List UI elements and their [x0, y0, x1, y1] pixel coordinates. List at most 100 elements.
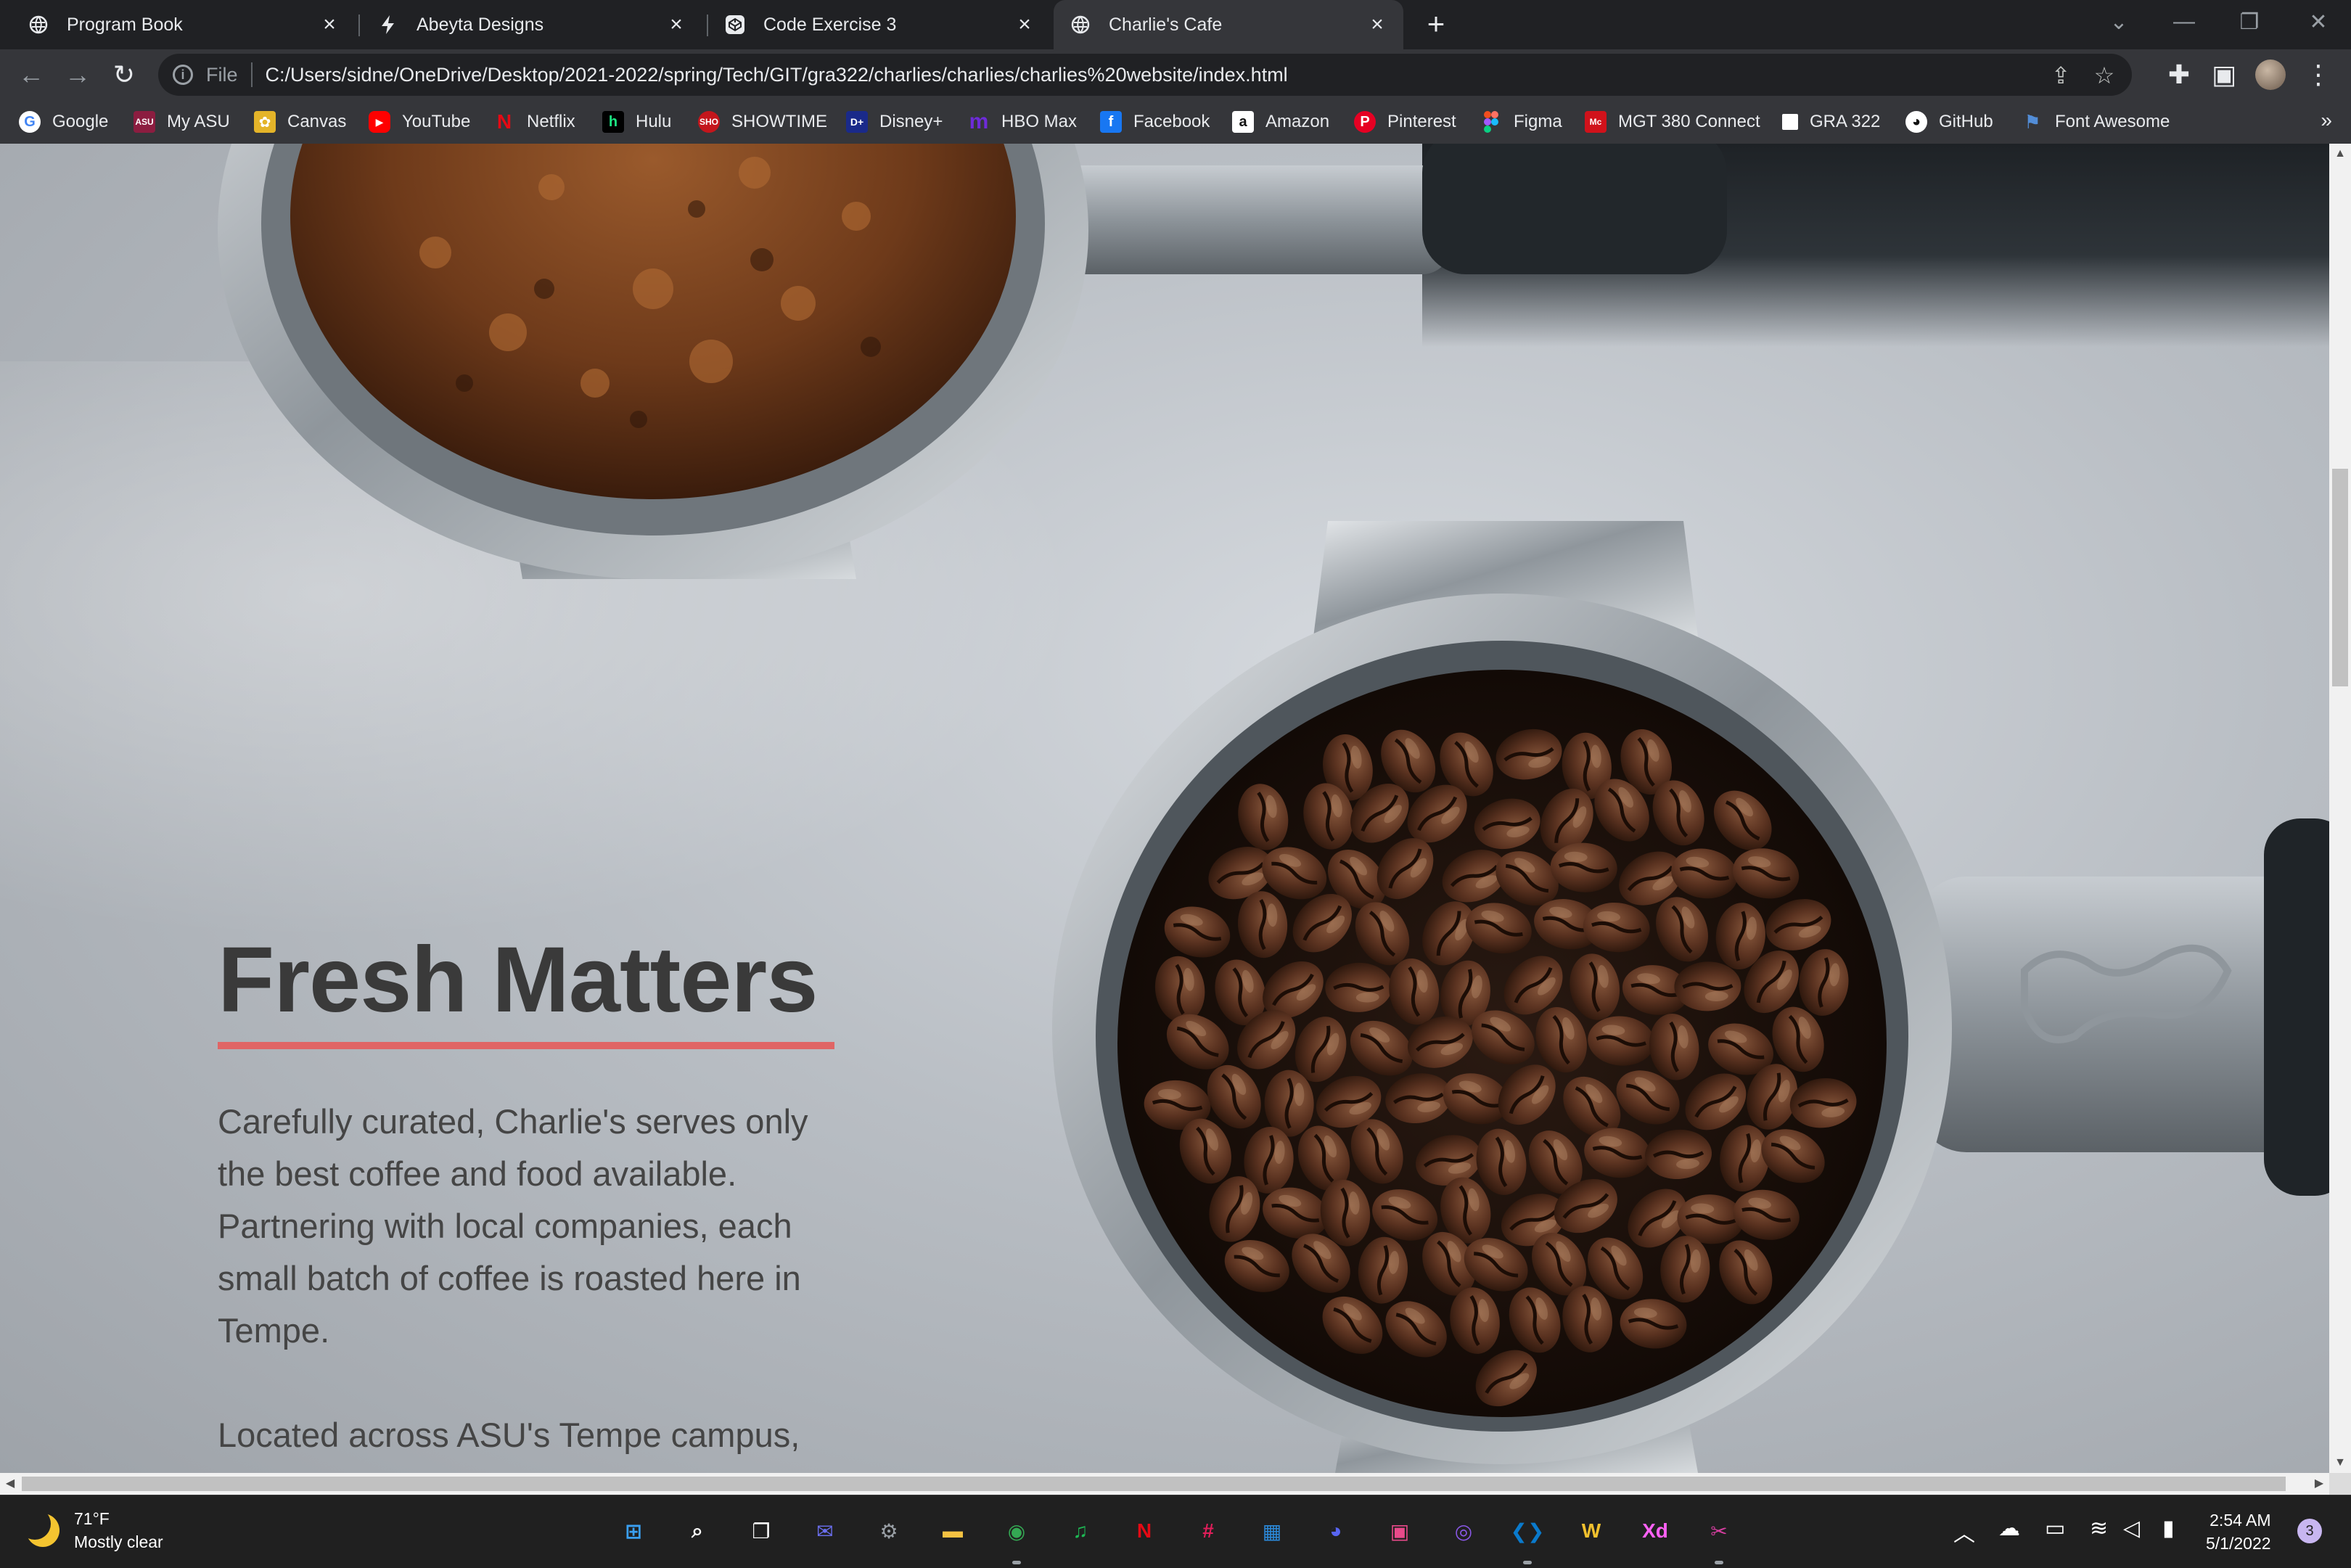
adobe-xd-icon[interactable]: Xd	[1636, 1511, 1675, 1551]
facebook-icon: f	[1100, 111, 1122, 133]
clock-date: 5/1/2022	[2206, 1534, 2271, 1553]
slack-icon[interactable]: #	[1189, 1511, 1228, 1551]
scroll-up-arrow-icon[interactable]: ▲	[2329, 144, 2351, 164]
kebab-menu-icon[interactable]: ⋮	[2300, 57, 2336, 93]
spotify-icon[interactable]: ♫	[1061, 1511, 1100, 1551]
bookmark-facebook[interactable]: f Facebook	[1100, 110, 1210, 134]
tray-overflow-chevron-icon[interactable]: ︿	[1953, 1516, 1975, 1548]
github-icon: ◕	[1905, 111, 1927, 133]
url-text[interactable]: C:/Users/sidne/OneDrive/Desktop/2021-202…	[266, 64, 1288, 86]
horizontal-scroll-thumb[interactable]	[22, 1477, 2286, 1491]
bookmark-hbo-max[interactable]: m HBO Max	[968, 110, 1077, 134]
photos-icon[interactable]: ▣	[1380, 1511, 1419, 1551]
bookmark-hulu[interactable]: h Hulu	[602, 110, 671, 134]
tab-charlies-cafe[interactable]: Charlie's Cafe ×	[1054, 0, 1403, 49]
vertical-scrollbar[interactable]: ▲ ▼	[2329, 144, 2351, 1473]
window-close-icon[interactable]: ✕	[2286, 0, 2351, 44]
search-icon[interactable]: ⌕	[678, 1511, 717, 1551]
bookmark-youtube[interactable]: ▶ YouTube	[369, 110, 470, 134]
wifi-icon[interactable]: ≋	[2090, 1516, 2108, 1541]
intro-paragraph: Carefully curated, Charlie's serves only…	[218, 1102, 808, 1350]
tab-search-chevron-icon[interactable]: ⌄	[2086, 0, 2151, 44]
bookmark-gra-322[interactable]: GRA 322	[1782, 110, 1880, 134]
display-icon[interactable]: ▭	[2045, 1516, 2065, 1541]
discord-icon[interactable]: ◕	[1316, 1511, 1355, 1551]
bookmark-font-awesome[interactable]: ⚑ Font Awesome	[2022, 110, 2170, 134]
bookmark-label: SHOWTIME	[731, 112, 827, 131]
new-tab-button[interactable]: +	[1419, 7, 1453, 42]
bookmark-star-icon[interactable]: ☆	[2090, 61, 2119, 90]
heading-underline	[218, 1042, 834, 1049]
miro-icon[interactable]: W	[1572, 1511, 1611, 1551]
close-tab-icon[interactable]: ×	[665, 13, 688, 36]
settings-icon[interactable]: ⚙	[869, 1511, 908, 1551]
system-clock[interactable]: 2:54 AM 5/1/2022	[2206, 1509, 2271, 1555]
restore-icon[interactable]: ❐	[2217, 0, 2282, 44]
bookmark-amazon[interactable]: a Amazon	[1232, 110, 1329, 134]
bookmark-label: Figma	[1514, 112, 1562, 131]
bookmark-label: Google	[52, 112, 109, 131]
bookmark-disney-plus[interactable]: D+ Disney+	[846, 110, 943, 134]
scroll-right-arrow-icon[interactable]: ▶	[2309, 1473, 2329, 1495]
close-tab-icon[interactable]: ×	[1013, 13, 1036, 36]
bookmarks-overflow-icon[interactable]: »	[2321, 109, 2332, 132]
chrome-icon[interactable]: ◉	[997, 1511, 1036, 1551]
info-icon[interactable]: i	[173, 65, 193, 85]
vertical-scroll-thumb[interactable]	[2332, 469, 2348, 686]
bookmark-google[interactable]: G Google	[19, 110, 108, 134]
bookmark-figma[interactable]: Figma	[1480, 110, 1562, 134]
windows-start-icon[interactable]: ⊞	[614, 1511, 653, 1551]
task-view-icon[interactable]: ❐	[742, 1511, 781, 1551]
fresh-matters-section: Fresh Matters Carefully curated, Charlie…	[218, 927, 856, 1473]
tab-separator	[358, 15, 360, 36]
running-indicator	[1715, 1561, 1723, 1564]
bookmark-github[interactable]: ◕ GitHub	[1905, 110, 1993, 134]
github-desktop-icon[interactable]: ◎	[1444, 1511, 1483, 1551]
bookmark-label: Font Awesome	[2055, 112, 2170, 131]
weather-widget[interactable]: 71°F Mostly clear	[19, 1507, 163, 1553]
store-icon[interactable]: ▦	[1252, 1511, 1292, 1551]
volume-icon[interactable]: ◁	[2123, 1516, 2140, 1541]
bookmark-netflix[interactable]: N Netflix	[493, 110, 575, 134]
close-tab-icon[interactable]: ×	[318, 13, 341, 36]
battery-icon[interactable]: ▮	[2162, 1516, 2175, 1541]
profile-avatar[interactable]	[2252, 57, 2289, 93]
scroll-down-arrow-icon[interactable]: ▼	[2329, 1453, 2351, 1473]
scroll-left-arrow-icon[interactable]: ◀	[0, 1473, 20, 1495]
tab-code-exercise-3[interactable]: Code Exercise 3 ×	[710, 0, 1051, 49]
bookmark-canvas[interactable]: ✿ Canvas	[254, 110, 346, 134]
divider	[250, 62, 253, 87]
netflix-icon: N	[496, 110, 512, 133]
onedrive-error-icon[interactable]: ☁	[1998, 1516, 2020, 1541]
chat-icon[interactable]: ✉	[805, 1511, 845, 1551]
page-viewport: Fresh Matters Carefully curated, Charlie…	[0, 144, 2329, 1473]
reload-icon[interactable]: ↻	[106, 57, 142, 93]
vscode-icon[interactable]: ❮❯	[1508, 1511, 1547, 1551]
bookmark-label: Amazon	[1265, 112, 1330, 131]
file-explorer-icon[interactable]: ▬	[933, 1511, 972, 1551]
minimize-icon[interactable]: —	[2151, 0, 2217, 44]
tab-strip: Program Book × Abeyta Designs × Code Exe…	[0, 0, 2351, 49]
side-panel-icon[interactable]: ▣	[2206, 57, 2242, 93]
extensions-puzzle-icon[interactable]: ✚	[2161, 57, 2197, 93]
windows-taskbar: 71°F Mostly clear ⊞ ⌕ ❐ ✉ ⚙ ▬ ◉ ♫ N # ▦ ◕ ▣ ◎ ❮❯ W Xd ✂ ︿…	[0, 1495, 2351, 1568]
bookmark-label: Pinterest	[1387, 112, 1456, 131]
bookmark-mgt-380-connect[interactable]: Mc MGT 380 Connect	[1585, 110, 1760, 134]
bookmarks-bar: G Google ASU My ASU ✿ Canvas ▶ YouTube N…	[0, 100, 2351, 144]
horizontal-scrollbar[interactable]: ◀ ▶	[0, 1473, 2329, 1495]
tab-program-book[interactable]: Program Book ×	[0, 0, 356, 49]
bookmark-pinterest[interactable]: P Pinterest	[1354, 110, 1456, 134]
address-bar[interactable]: i File C:/Users/sidne/OneDrive/Desktop/2…	[158, 54, 2132, 96]
bookmark-showtime[interactable]: SHO SHOWTIME	[698, 110, 827, 134]
back-arrow-icon[interactable]: ←	[13, 57, 49, 93]
bookmark-my-asu[interactable]: ASU My ASU	[134, 110, 230, 134]
tab-abeyta-designs[interactable]: Abeyta Designs ×	[361, 0, 702, 49]
disney-icon: D+	[846, 111, 868, 133]
close-tab-icon[interactable]: ×	[1366, 13, 1389, 36]
share-icon[interactable]: ⇪	[2046, 61, 2075, 90]
forward-arrow-icon[interactable]: →	[60, 57, 96, 93]
browser-toolbar: ← → ↻ i File C:/Users/sidne/OneDrive/Des…	[0, 49, 2351, 100]
notification-badge[interactable]: 3	[2297, 1519, 2322, 1543]
snipping-tool-icon[interactable]: ✂	[1699, 1511, 1739, 1551]
netflix-icon[interactable]: N	[1125, 1511, 1164, 1551]
